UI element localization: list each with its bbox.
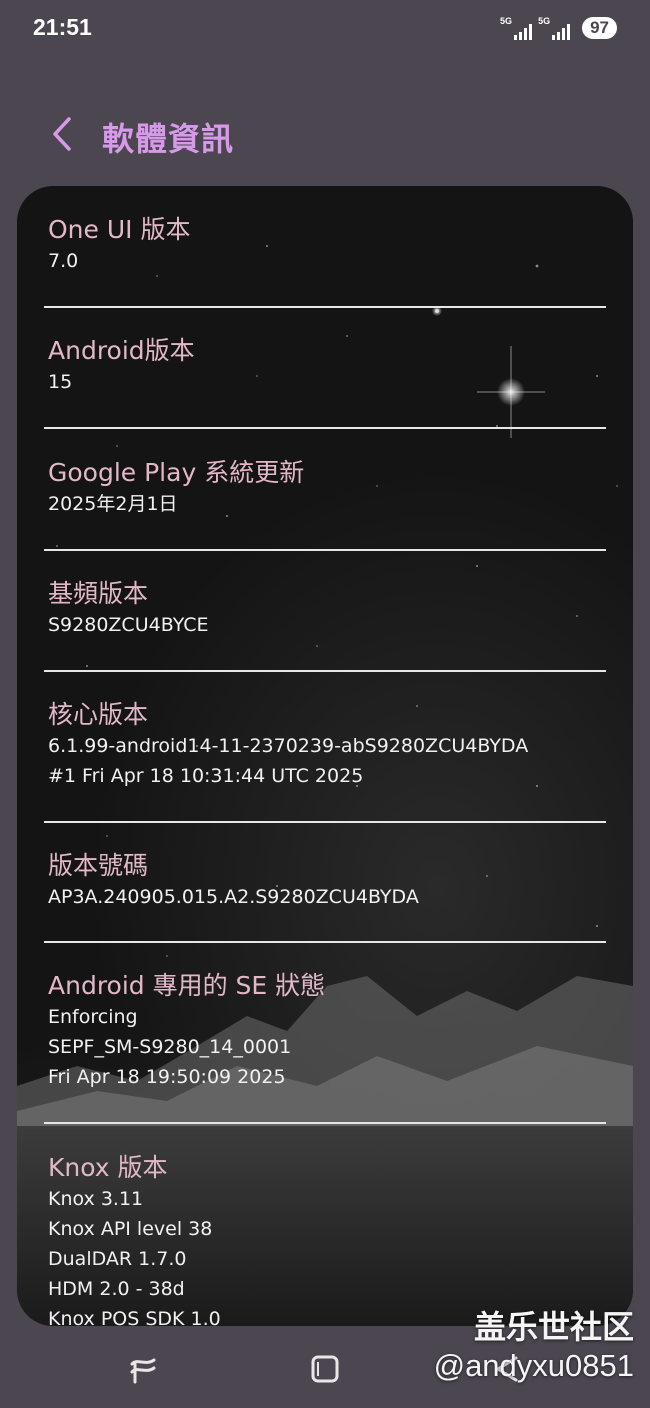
mobile-signal-icon-2: 5G [538, 16, 571, 40]
divider [44, 941, 606, 943]
divider [44, 306, 606, 308]
home-icon [311, 1355, 339, 1383]
status-bar: 21:51 5G 5G 97 [0, 0, 650, 60]
watermark-site: 盖乐世社区 [473, 1308, 634, 1346]
status-icons: 5G 5G 97 [500, 16, 617, 40]
item-value: 6.1.99-android14-11-2370239-abS9280ZCU4B… [48, 735, 529, 757]
list-item-one-ui-version[interactable]: One UI 版本 7.0 [48, 214, 608, 276]
item-value: Enforcing [48, 1006, 138, 1028]
list-item-build-number[interactable]: 版本號碼 AP3A.240905.015.A2.S9280ZCU4BYDA [48, 850, 608, 912]
item-value: Knox API level 38 [48, 1218, 213, 1240]
app-header: 軟體資訊 [0, 100, 650, 170]
divider [44, 549, 606, 551]
item-title: 版本號碼 [48, 851, 149, 880]
item-value: 2025年2月1日 [48, 493, 178, 515]
page-title: 軟體資訊 [102, 120, 235, 158]
mobile-signal-icon: 5G [500, 16, 533, 40]
item-value: 15 [48, 371, 73, 393]
home-button[interactable] [300, 1344, 350, 1394]
item-value: Knox 3.11 [48, 1188, 144, 1210]
list-item-android-version[interactable]: Android版本 15 [48, 335, 608, 397]
item-value: DualDAR 1.7.0 [48, 1248, 187, 1270]
item-value: S9280ZCU4BYCE [48, 614, 209, 636]
network-type-label: 5G [500, 16, 513, 26]
list-item-baseband-version[interactable]: 基頻版本 S9280ZCU4BYCE [48, 578, 608, 640]
item-value: SEPF_SM-S9280_14_0001 [48, 1036, 292, 1058]
divider [44, 1122, 606, 1124]
divider [44, 427, 606, 429]
item-value: #1 Fri Apr 18 10:31:44 UTC 2025 [48, 765, 364, 787]
watermark-user: @andyxu0851 [433, 1348, 634, 1383]
item-value: 7.0 [48, 250, 79, 272]
item-title: Android 專用的 SE 狀態 [48, 971, 326, 1000]
item-value: AP3A.240905.015.A2.S9280ZCU4BYDA [48, 886, 419, 908]
item-title: Knox 版本 [48, 1153, 168, 1182]
software-info-card: One UI 版本 7.0 Android版本 15 Google Play 系… [17, 186, 633, 1326]
divider [44, 670, 606, 672]
item-title: One UI 版本 [48, 215, 191, 244]
chevron-left-icon [53, 117, 71, 151]
list-item-google-play-update[interactable]: Google Play 系統更新 2025年2月1日 [48, 457, 608, 519]
recents-icon [130, 1358, 156, 1384]
battery-indicator: 97 [582, 17, 617, 39]
item-title: 基頻版本 [48, 579, 149, 608]
item-value: HDM 2.0 - 38d [48, 1278, 185, 1300]
status-time: 21:51 [33, 14, 92, 40]
divider [44, 821, 606, 823]
back-button[interactable] [44, 112, 80, 156]
list-item-se-status[interactable]: Android 專用的 SE 狀態 Enforcing SEPF_SM-S928… [48, 970, 608, 1092]
network-type-label-2: 5G [538, 16, 551, 26]
list-item-kernel-version[interactable]: 核心版本 6.1.99-android14-11-2370239-abS9280… [48, 699, 608, 791]
recents-button[interactable] [118, 1344, 168, 1394]
item-title: Google Play 系統更新 [48, 458, 305, 487]
item-title: Android版本 [48, 336, 195, 365]
item-title: 核心版本 [48, 700, 149, 729]
list-item-knox-version[interactable]: Knox 版本 Knox 3.11 Knox API level 38 Dual… [48, 1152, 608, 1326]
item-value: Fri Apr 18 19:50:09 2025 [48, 1066, 286, 1088]
